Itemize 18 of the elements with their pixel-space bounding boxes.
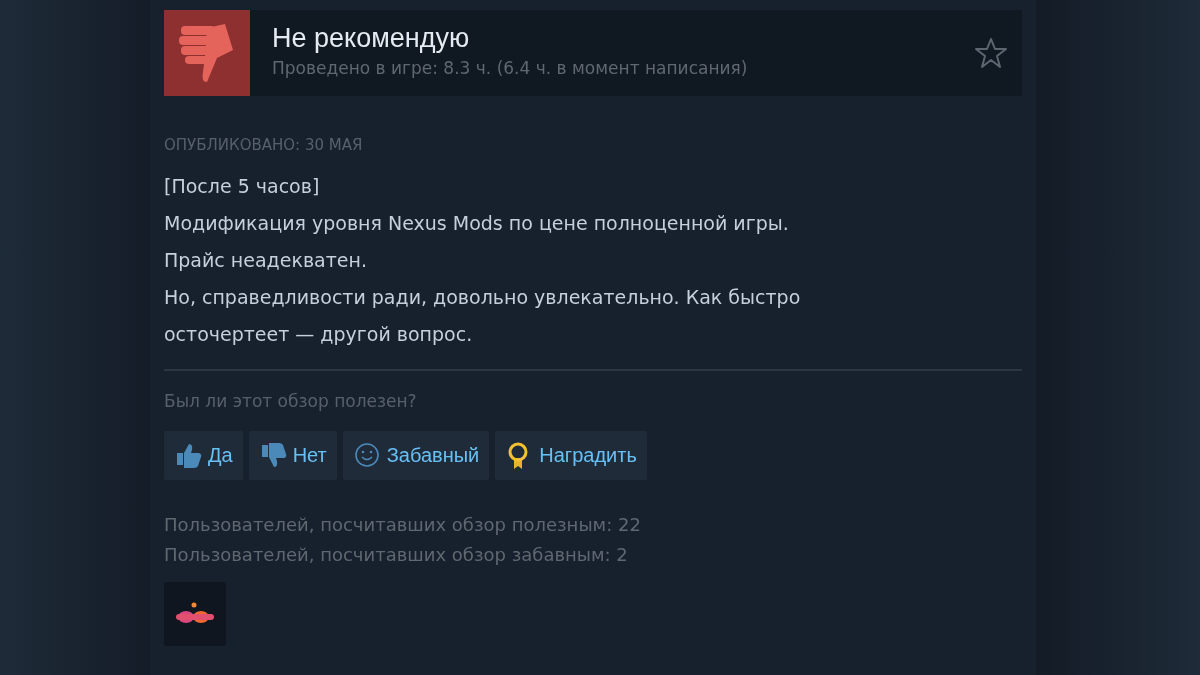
vote-button[interactable]: Наградить xyxy=(495,431,647,480)
vote-count-text: Пользователей, посчитавших обзор забавным: 2 xyxy=(164,543,629,567)
thumbs-down-icon xyxy=(164,10,250,96)
posted-date: ОПУБЛИКОВАНО: 30 МАЯ xyxy=(164,136,364,154)
review-text: Модификация уровня Nexus Mods по цене полноценной игры. xyxy=(164,211,790,236)
playtime-text: Проведено в игре: 8.3 ч. (6.4 ч. в момент написания) xyxy=(272,58,749,78)
vote-button[interactable]: Нет xyxy=(248,431,337,480)
vote-count-text: Пользователей, посчитавших обзор полезным: 22 xyxy=(164,513,642,537)
review-text: [После 5 часов] xyxy=(164,174,321,199)
vote-button[interactable]: Забавный xyxy=(342,431,490,480)
reviewer-avatar[interactable] xyxy=(164,582,226,646)
review-verdict: Не рекомендую xyxy=(272,22,471,54)
review-text: Прайс неадекватен. xyxy=(164,248,368,273)
vote-button[interactable]: Да xyxy=(164,431,243,480)
helpful-question: Был ли этот обзор полезен? xyxy=(164,391,418,411)
review-text: осточертеет — другой вопрос. xyxy=(164,322,474,347)
star-icon[interactable] xyxy=(974,36,1008,70)
review-text: Но, справедливости ради, довольно увлекательно. Как быстро xyxy=(164,285,802,310)
